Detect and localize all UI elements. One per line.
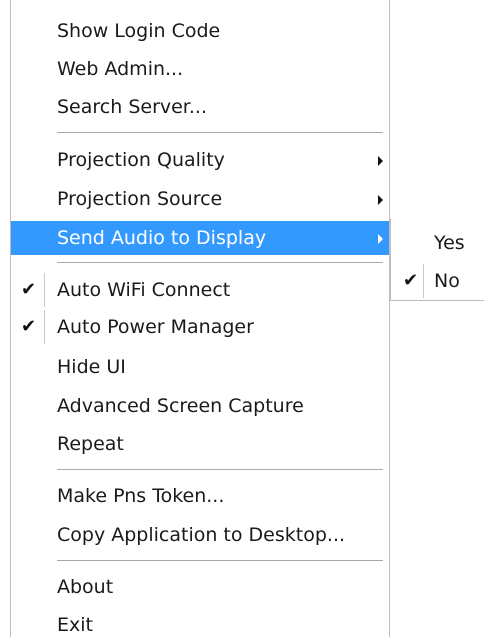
submenu-arrow-icon [378,234,383,244]
menu-item-copy-application-to-desktop[interactable]: Copy Application to Desktop... [11,518,389,552]
menu-item-label: Send Audio to Display [57,227,267,249]
menu-item-label: Projection Quality [57,149,225,171]
menu-item-send-audio-to-display[interactable]: Send Audio to Display [11,221,389,255]
menu-separator [57,560,383,562]
menu-item-web-admin[interactable]: Web Admin... [11,52,389,86]
submenu-item-yes[interactable]: Yes [391,226,484,260]
menu-item-repeat[interactable]: Repeat [11,427,389,461]
menu-item-label: Copy Application to Desktop... [57,524,346,546]
menu-item-label: Auto Power Manager [57,316,254,338]
menu-item-label: Auto WiFi Connect [57,279,231,301]
menu-item-advanced-screen-capture[interactable]: Advanced Screen Capture [11,389,389,423]
context-menu: Show Login Code Web Admin... Search Serv… [10,0,390,637]
menu-item-show-login-code[interactable]: Show Login Code [11,14,389,48]
submenu-item-no[interactable]: ✔ No [391,264,484,298]
submenu-item-label: Yes [434,232,465,254]
menu-item-projection-quality[interactable]: Projection Quality [11,143,389,177]
checkmark-icon: ✔ [21,279,37,300]
menu-item-auto-wifi-connect[interactable]: ✔ Auto WiFi Connect [11,273,389,307]
menu-item-search-server[interactable]: Search Server... [11,90,389,124]
checkmark-icon: ✔ [403,270,419,291]
menu-separator [57,262,383,264]
menu-item-label: Hide UI [57,356,126,378]
menu-separator [57,469,383,471]
menu-item-label: Show Login Code [57,20,221,42]
menu-item-label: Make Pns Token... [57,485,225,507]
send-audio-submenu: Yes ✔ No [390,219,484,301]
menu-item-make-pns-token[interactable]: Make Pns Token... [11,479,389,513]
submenu-arrow-icon [378,195,383,205]
menu-item-about[interactable]: About [11,570,389,604]
submenu-arrow-icon [378,156,383,166]
menu-item-label: Advanced Screen Capture [57,395,304,417]
menu-item-auto-power-manager[interactable]: ✔ Auto Power Manager [11,310,389,344]
menu-item-label: Repeat [57,433,124,455]
checkmark-icon: ✔ [21,316,37,337]
menu-item-label: Web Admin... [57,58,184,80]
menu-separator [57,132,383,134]
menu-item-label: Projection Source [57,188,223,210]
menu-item-hide-ui[interactable]: Hide UI [11,350,389,384]
submenu-item-label: No [434,270,460,292]
menu-item-label: Search Server... [57,96,207,118]
menu-item-projection-source[interactable]: Projection Source [11,182,389,216]
menu-item-label: About [57,576,114,598]
